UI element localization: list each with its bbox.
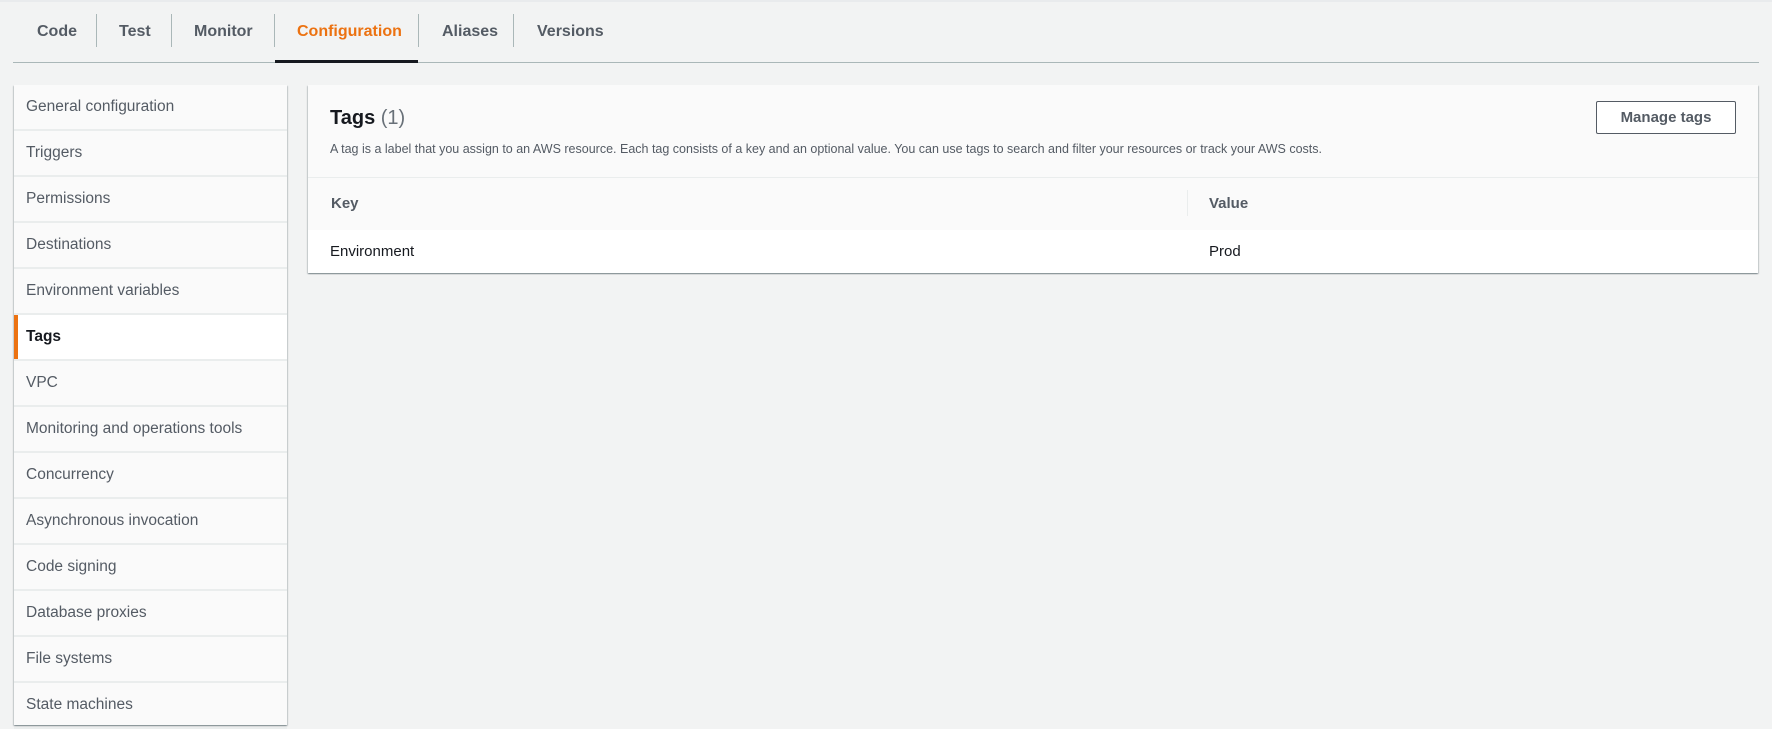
tags-panel: Tags (1) A tag is a label that you assig… [308,85,1758,273]
sidebar-item-label: Asynchronous invocation [26,512,199,529]
sidebar-item-state-machines[interactable]: State machines [14,683,287,729]
tab-label: Monitor [194,23,253,40]
tab-code[interactable]: Code [13,14,96,62]
column-header-value[interactable]: Value [1209,195,1248,212]
sidebar-item-label: Environment variables [26,282,180,299]
tab-versions[interactable]: Versions [514,14,614,62]
sidebar-item-destinations[interactable]: Destinations [14,223,287,269]
column-header-key[interactable]: Key [331,195,359,212]
tab-label: Aliases [442,23,499,40]
sidebar-item-permissions[interactable]: Permissions [14,177,287,223]
sidebar-item-triggers[interactable]: Triggers [14,131,287,177]
sidebar-item-environment-variables[interactable]: Environment variables [14,269,287,315]
sidebar-item-label: Monitoring and operations tools [26,420,243,437]
panel-title: Tags (1) [330,107,405,130]
tab-label: Code [37,23,77,40]
sidebar-item-file-systems[interactable]: File systems [14,637,287,683]
sidebar-item-asynchronous-invocation[interactable]: Asynchronous invocation [14,499,287,545]
sidebar-item-vpc[interactable]: VPC [14,361,287,407]
sidebar-item-label: Concurrency [26,466,114,483]
tab-configuration[interactable]: Configuration [275,14,418,63]
tab-label: Versions [537,23,604,40]
sidebar-item-label: Permissions [26,190,111,207]
sidebar-item-label: Database proxies [26,604,147,621]
tag-value-cell: Prod [1209,243,1241,260]
tab-aliases[interactable]: Aliases [419,14,513,62]
sidebar-item-concurrency[interactable]: Concurrency [14,453,287,499]
sidebar-item-label: VPC [26,374,58,391]
panel-description: A tag is a label that you assign to an A… [330,142,1322,156]
tab-label: Configuration [297,23,402,40]
panel-title-text: Tags [330,107,376,129]
sidebar-item-label: Destinations [26,236,112,253]
sidebar-item-label: State machines [26,696,133,713]
sidebar-item-label: General configuration [26,98,175,115]
sidebar-item-label: Tags [26,328,62,345]
tab-label: Test [119,23,151,40]
sidebar-item-label: Code signing [26,558,117,575]
sidebar-item-monitoring-and-operations-tools[interactable]: Monitoring and operations tools [14,407,287,453]
sidebar-item-general-configuration[interactable]: General configuration [14,85,287,131]
sidebar-item-database-proxies[interactable]: Database proxies [14,591,287,637]
tab-monitor[interactable]: Monitor [172,14,274,62]
table-header: Key Value [308,177,1758,231]
tab-test[interactable]: Test [97,14,171,62]
manage-tags-button[interactable]: Manage tags [1596,101,1736,134]
sidebar-item-code-signing[interactable]: Code signing [14,545,287,591]
table-row: Environment Prod [308,230,1758,273]
sidebar-item-tags[interactable]: Tags [14,315,287,361]
tag-count: (1) [380,107,406,129]
configuration-sidebar: General configuration Triggers Permissio… [14,85,287,729]
tag-key-cell: Environment [330,243,415,260]
sidebar-item-label: Triggers [26,144,83,161]
tab-bar: Code Test Monitor Configuration Aliases … [13,0,1759,63]
sidebar-item-label: File systems [26,650,113,667]
column-divider [1187,190,1188,216]
